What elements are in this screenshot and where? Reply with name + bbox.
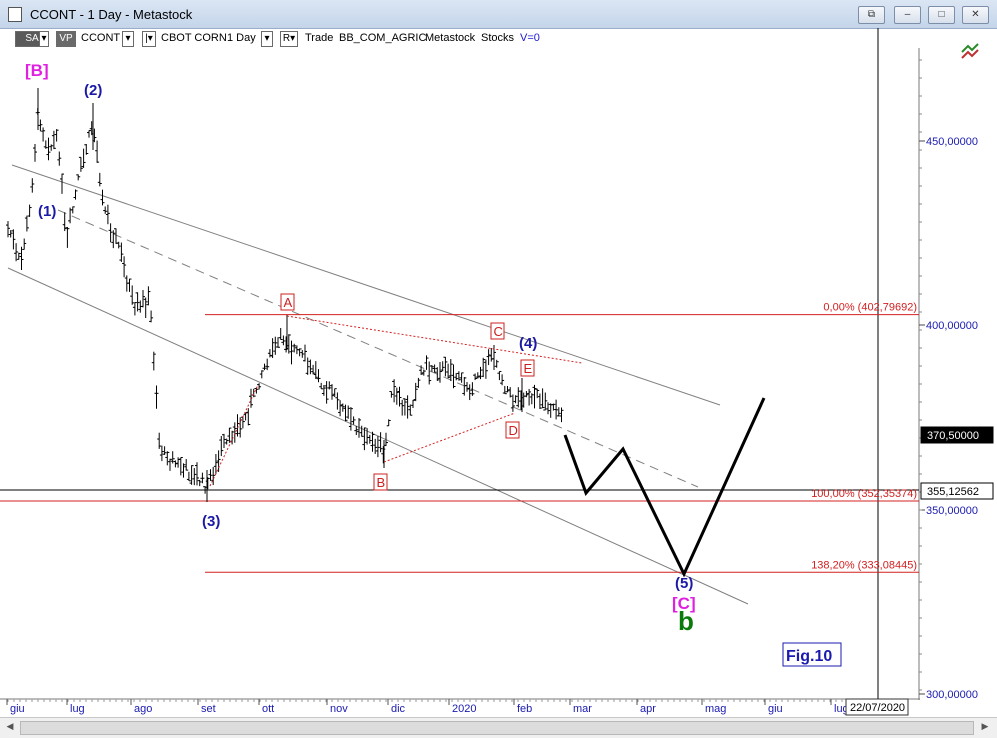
mode-label: Trade xyxy=(305,32,334,44)
wave-label: (4) xyxy=(519,335,537,352)
triangle-label: B xyxy=(373,473,388,491)
x-tick-label: feb xyxy=(517,703,532,715)
date-badge: 22/07/2020 xyxy=(845,698,909,716)
y-axis: 450,00000 400,00000 350,00000 300,00000 xyxy=(919,59,978,701)
wave-label: [B] xyxy=(25,61,49,80)
y-tick-label: 300,00000 xyxy=(926,689,978,701)
r-dropdown[interactable]: R▾ xyxy=(280,31,298,47)
triangle-label-text: B xyxy=(377,475,386,490)
type-label: Stocks xyxy=(481,32,515,44)
x-tick-label: ott xyxy=(262,703,274,715)
fib-level-label: 0,00% (402,79692) xyxy=(823,302,917,314)
x-tick-label: dic xyxy=(391,703,406,715)
symbol-dropdown-icon[interactable]: ▾ xyxy=(122,31,134,47)
price-badge-label: 355,12562 xyxy=(927,486,979,498)
triangle-label-text: D xyxy=(509,423,518,438)
source-label: Metastock xyxy=(425,32,476,44)
x-tick-label: lug xyxy=(70,703,85,715)
price-badge-label: 370,50000 xyxy=(927,430,979,442)
triangle-label: C xyxy=(490,322,505,340)
y-tick-label: 400,00000 xyxy=(926,320,978,332)
date-badge-label: 22/07/2020 xyxy=(850,702,905,714)
plot-area xyxy=(0,48,920,717)
sector-label: BB_COM_AGRIC xyxy=(339,32,427,44)
scrollbar-thumb[interactable] xyxy=(20,721,974,735)
triangle-label: E xyxy=(520,359,535,377)
price-badge: 355,12562 xyxy=(920,482,994,500)
wave-label: (2) xyxy=(84,82,102,99)
r-label: R xyxy=(282,33,291,44)
triangle-label-text: E xyxy=(524,361,533,376)
horizontal-scrollbar[interactable]: ◀ ▶ xyxy=(0,717,997,738)
chevron-down-icon[interactable]: ▾ xyxy=(39,31,49,47)
triangle-label: A xyxy=(280,293,295,311)
vp-button[interactable]: VP xyxy=(56,31,76,47)
fib-level-label: 138,20% (333,08445) xyxy=(811,559,917,571)
triangle-label-text: C xyxy=(494,324,503,339)
fib-level-label: 100,00% (352,35374) xyxy=(811,488,917,500)
x-tick-label: mar xyxy=(573,703,592,715)
wave-label: b xyxy=(678,606,694,636)
security-name: CBOT CORN xyxy=(161,32,227,44)
wave-label: (1) xyxy=(38,203,56,220)
x-tick-label: mag xyxy=(705,703,726,715)
security-menu-icon[interactable]: |▾ xyxy=(142,31,156,47)
period-dropdown-icon[interactable]: ▾ xyxy=(261,31,273,47)
x-tick-label: nov xyxy=(330,703,348,715)
figure-annotation-text: Fig.10 xyxy=(786,648,832,665)
volume-indicator: V=0 xyxy=(520,32,540,44)
y-tick-label: 450,00000 xyxy=(926,136,978,148)
figure-annotation: Fig.10 xyxy=(782,642,842,667)
x-tick-label: ago xyxy=(134,703,152,715)
x-tick-label: giu xyxy=(768,703,783,715)
price-badge: 370,50000 xyxy=(920,426,994,444)
scroll-left-icon[interactable]: ◀ xyxy=(3,721,17,733)
y-tick-label: 350,00000 xyxy=(926,505,978,517)
triangle-label-text: A xyxy=(284,295,293,310)
x-tick-label: 2020 xyxy=(452,703,476,715)
triangle-label: D xyxy=(505,421,520,439)
price-chart[interactable]: 0,00% (402,79692) 100,00% (352,35374) 138,… xyxy=(0,0,997,737)
chart-toolbar: SA ▾ VP CCONT ▾ |▾ CBOT CORN 1 Day ▾ R▾ … xyxy=(0,28,997,48)
x-tick-label: apr xyxy=(640,703,656,715)
x-tick-label: giu xyxy=(10,703,25,715)
scroll-right-icon[interactable]: ▶ xyxy=(978,721,992,733)
x-tick-label: set xyxy=(201,703,216,715)
price-badges: 370,50000 355,12562 xyxy=(920,426,994,500)
symbol-label[interactable]: CCONT xyxy=(81,32,120,44)
wave-label: (5) xyxy=(675,575,693,592)
wave-label: (3) xyxy=(202,513,220,530)
period-label[interactable]: 1 Day xyxy=(227,32,256,44)
